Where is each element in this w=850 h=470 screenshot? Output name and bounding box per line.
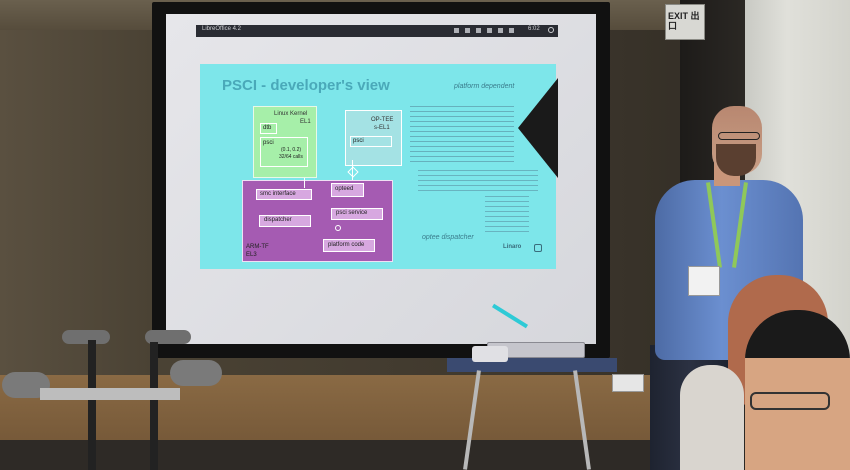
linaro-logo-icon [534, 244, 542, 252]
smc-interface-box: smc interface [256, 189, 312, 200]
mic-stand-2 [150, 342, 158, 470]
optee-psci-label: psci [353, 138, 364, 144]
projector-device [472, 346, 508, 362]
optee-label: OP-TEE [371, 117, 394, 123]
mic-4 [170, 360, 222, 386]
clock: 6:02 [528, 26, 540, 32]
mic-1 [62, 330, 110, 344]
slide: PSCI - developer's view platform depende… [200, 64, 558, 269]
slide-title: PSCI - developer's view [222, 77, 390, 94]
wall-outlet [612, 374, 644, 392]
exit-sign-text: EXIT 出口 [668, 11, 700, 31]
tray-icons [454, 28, 514, 33]
exit-sign: EXIT 出口 [665, 4, 705, 40]
psci-service-box: psci service [331, 208, 383, 220]
armtf-label: ARM-TF [246, 244, 269, 250]
presenter-beard [716, 144, 756, 176]
audience-glasses [750, 392, 830, 410]
platform-dependent-label: platform dependent [454, 83, 515, 90]
optee-psci-box: psci [350, 136, 392, 147]
mic-stand-base [40, 388, 180, 400]
audience-chair-back [680, 365, 744, 470]
psci-service-dot [335, 225, 341, 231]
psci-box: psci (0.1, 0.2) 32/64 calls [260, 137, 308, 167]
linux-kernel-label: Linux Kernel [274, 111, 308, 117]
presenter-badge [688, 266, 720, 296]
psci-version: (0.1, 0.2) [281, 147, 302, 153]
platform-code-box: platform code [323, 239, 375, 252]
gear-icon [548, 27, 554, 33]
desktop-top-bar: LibreOffice 4.2 6:02 [196, 25, 558, 37]
psci-label: psci [263, 140, 274, 146]
armtf-el-label: EL3 [246, 252, 257, 258]
opteed-label: opteed [335, 186, 354, 192]
optee-box: OP-TEE s-EL1 psci [345, 110, 402, 166]
presenter-glasses [718, 132, 760, 140]
armtf-box: smc interface opteed dispatcher psci ser… [242, 180, 393, 262]
dispatcher-box: dispatcher [259, 215, 311, 227]
smc-interface-label: smc interface [260, 191, 296, 197]
linaro-logo: Linaro [503, 244, 522, 250]
linux-el-label: EL1 [300, 119, 311, 125]
linux-to-armtf-line [304, 178, 305, 188]
mic-stand [88, 340, 96, 470]
platform-code-label: platform code [328, 242, 365, 248]
optee-el-label: s-EL1 [374, 125, 390, 131]
conference-room-scene: EXIT 出口 LibreOffice 4.2 6:02 PSCI - deve… [0, 0, 850, 470]
floor [0, 440, 700, 470]
dispatcher-label: dispatcher [264, 217, 292, 223]
optee-dispatcher-label: optee dispatcher [422, 234, 474, 241]
linux-kernel-box: Linux Kernel EL1 dtb psci (0.1, 0.2) 32/… [253, 106, 317, 178]
dtb-box: dtb [260, 123, 277, 134]
audience-member-2 [745, 310, 850, 470]
nav-arrow-shadow [518, 78, 558, 178]
psci-service-label: psci service [336, 210, 368, 216]
dtb-label: dtb [263, 125, 272, 131]
text-block-1 [410, 106, 514, 164]
psci-calls: 32/64 calls [279, 154, 303, 160]
window-title: LibreOffice 4.2 [202, 26, 241, 32]
opteed-box: opteed [331, 183, 364, 197]
text-block-3 [485, 196, 529, 234]
optee-arrow-diamond [347, 166, 359, 178]
